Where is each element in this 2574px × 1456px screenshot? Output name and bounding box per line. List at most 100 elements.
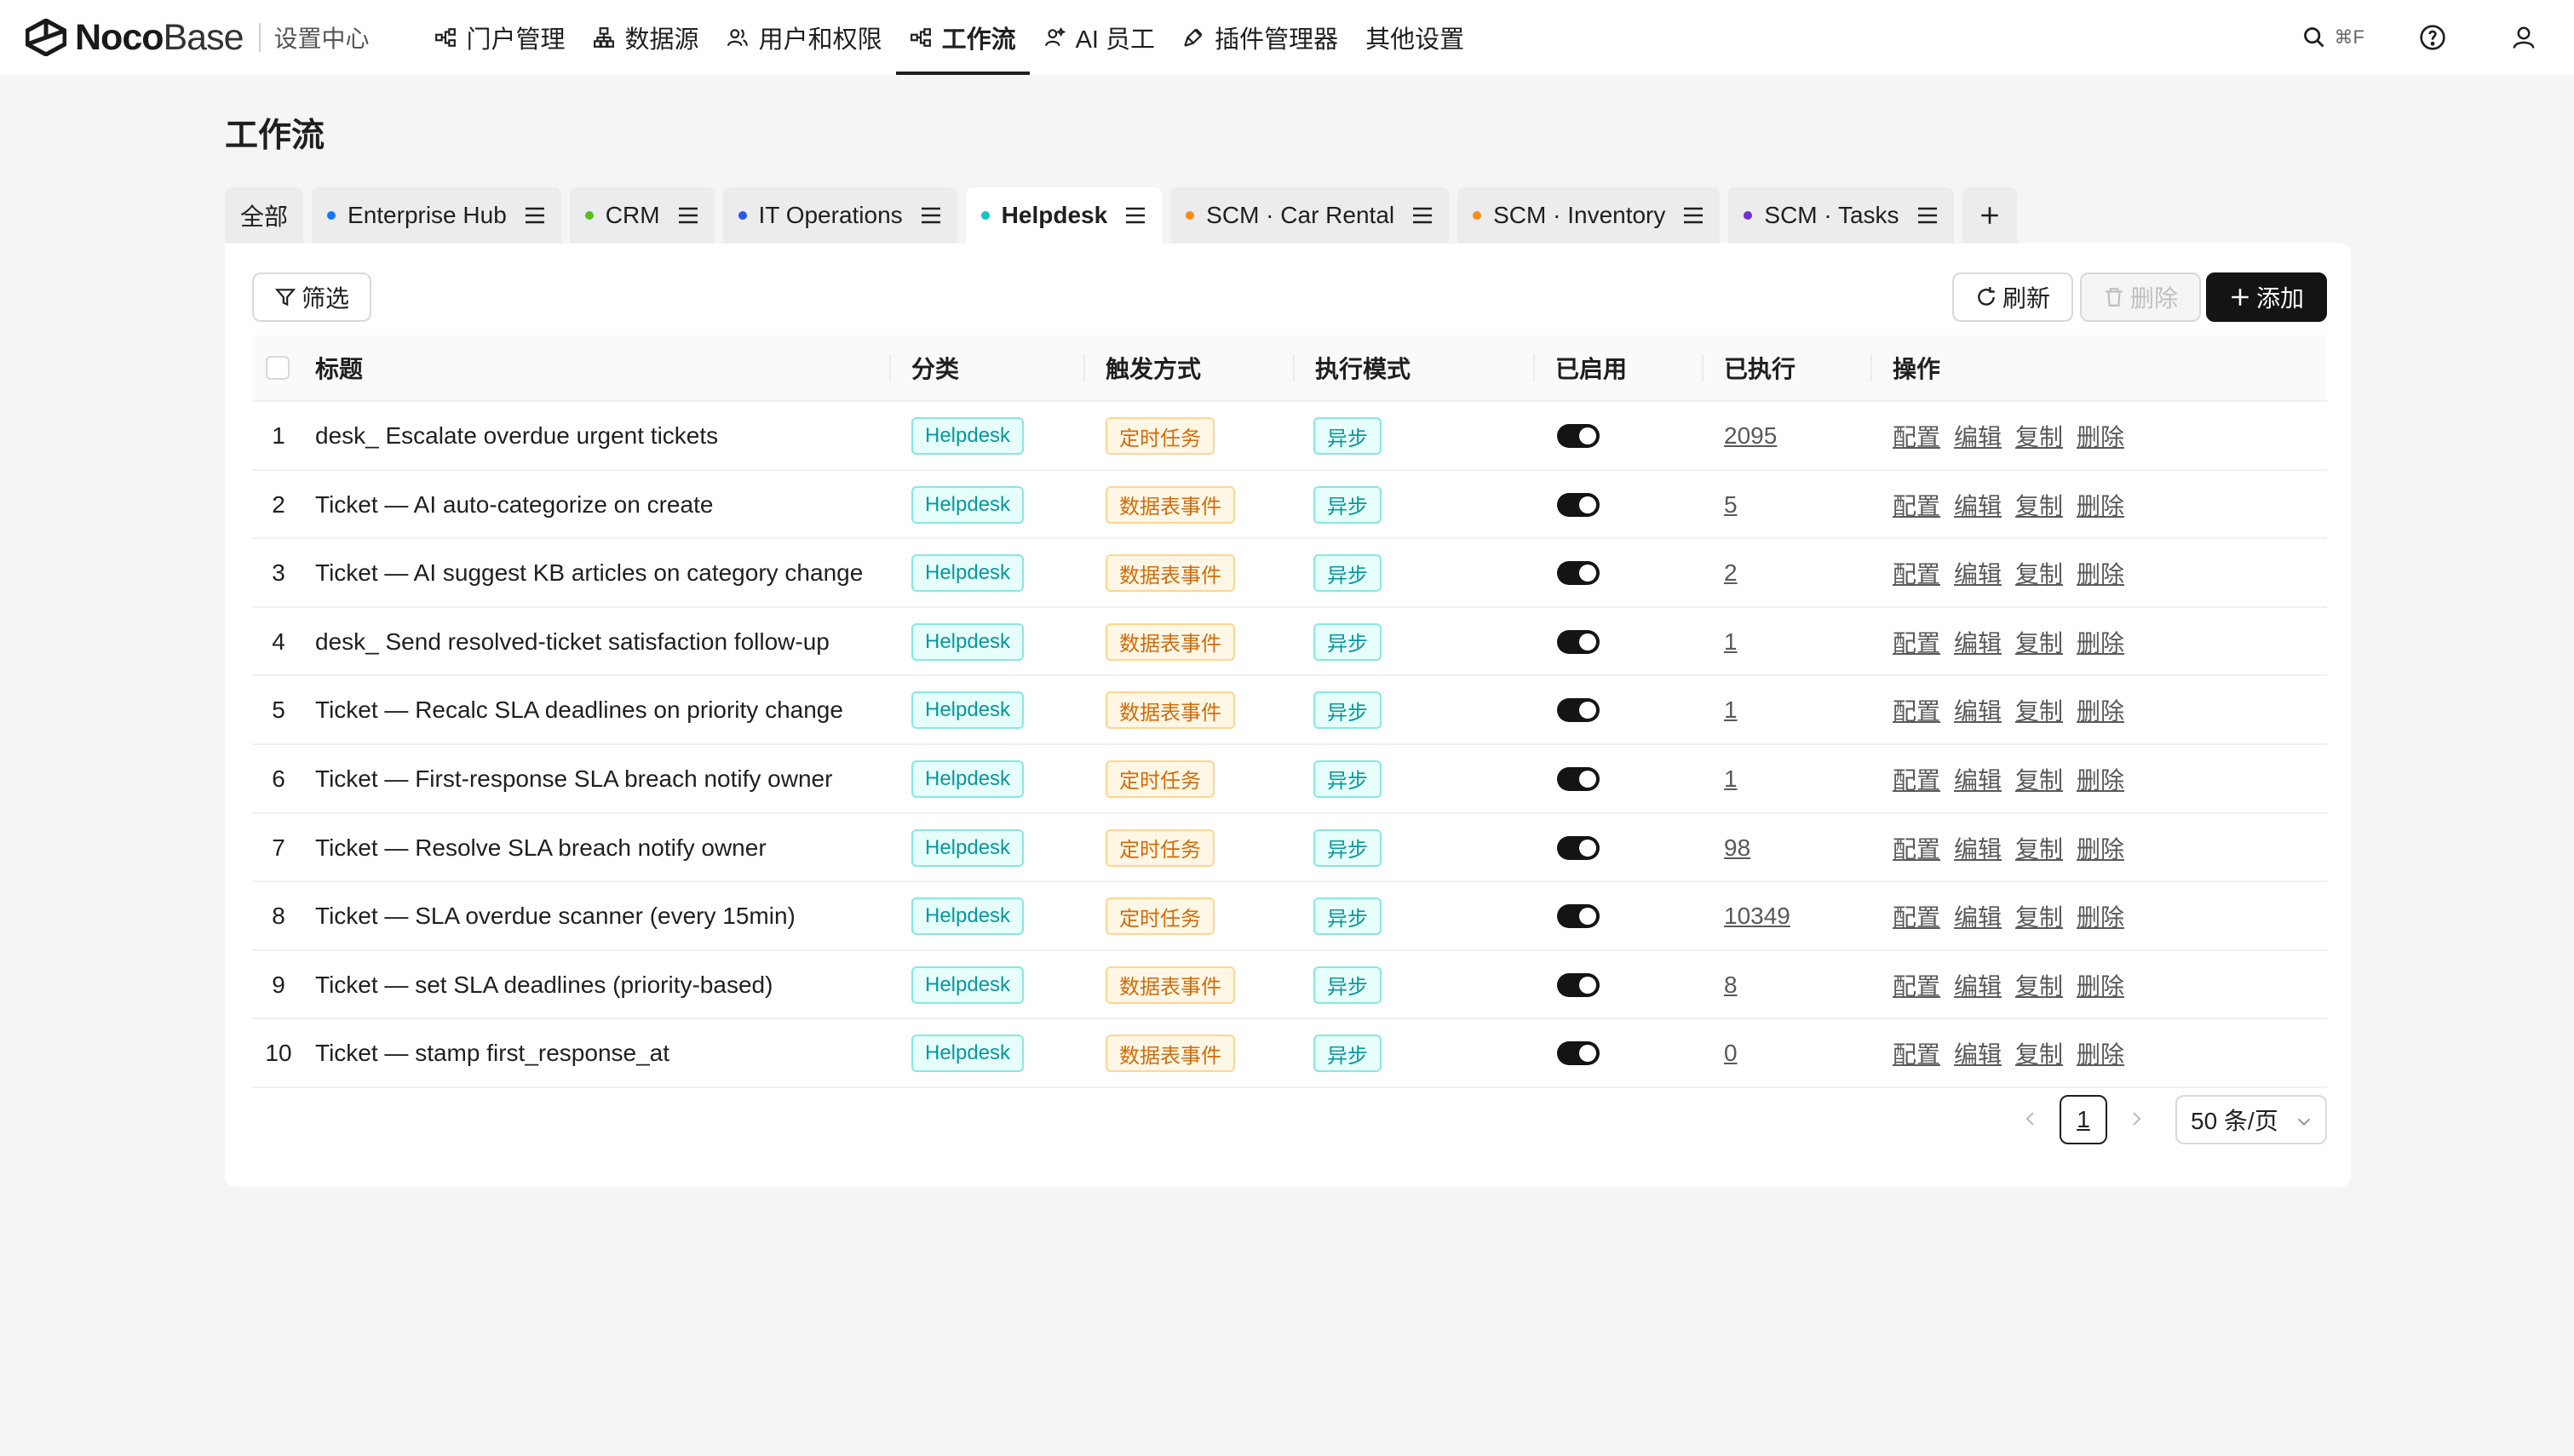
delete-link[interactable]: 删除 [2077,488,2124,522]
table-row[interactable]: 7 Ticket — Resolve SLA breach notify own… [252,814,2327,883]
add-tab-button[interactable] [1962,187,2017,244]
executed-count-link[interactable]: 1 [1724,696,1738,724]
enabled-switch[interactable] [1557,629,1600,654]
edit-link[interactable]: 编辑 [1954,1036,2002,1070]
edit-link[interactable]: 编辑 [1954,762,2002,796]
delete-link[interactable]: 删除 [2077,831,2124,865]
table-row[interactable]: 1 desk_ Escalate overdue urgent tickets … [252,402,2327,471]
delete-link[interactable]: 删除 [2077,419,2124,453]
enabled-switch[interactable] [1557,904,1600,929]
menu-icon[interactable] [524,206,546,225]
delete-link[interactable]: 删除 [2077,625,2124,659]
filter-button[interactable]: 筛选 [252,272,371,322]
configure-link[interactable]: 配置 [1893,1036,1940,1070]
executed-count-link[interactable]: 10349 [1724,903,1790,930]
column-header-trigger[interactable]: 触发方式 [1106,335,1201,400]
edit-link[interactable]: 编辑 [1954,899,2002,933]
tab-scm-car-rental[interactable]: SCM · Car Rental [1170,187,1450,244]
table-row[interactable]: 2 Ticket — AI auto-categorize on create … [252,471,2327,540]
configure-link[interactable]: 配置 [1893,419,1940,453]
tab-scm-tasks[interactable]: SCM · Tasks [1728,187,1954,244]
configure-link[interactable]: 配置 [1893,831,1940,865]
tab-crm[interactable]: CRM [569,187,715,244]
duplicate-link[interactable]: 复制 [2015,556,2063,590]
table-row[interactable]: 9 Ticket — set SLA deadlines (priority-b… [252,951,2327,1020]
refresh-button[interactable]: 刷新 [1952,272,2073,322]
help-icon[interactable] [2419,24,2446,51]
executed-count-link[interactable]: 1 [1724,628,1738,656]
pagination-page[interactable]: 1 [2060,1095,2107,1144]
configure-link[interactable]: 配置 [1893,968,1940,1002]
column-header-category[interactable]: 分类 [911,335,959,400]
enabled-switch[interactable] [1557,424,1600,448]
table-row[interactable]: 5 Ticket — Recalc SLA deadlines on prior… [252,676,2327,745]
enabled-switch[interactable] [1557,492,1600,517]
delete-link[interactable]: 删除 [2077,1036,2124,1070]
executed-count-link[interactable]: 2 [1724,559,1738,587]
executed-count-link[interactable]: 5 [1724,491,1738,519]
nav-item-workflow[interactable]: 工作流 [895,0,1030,75]
enabled-switch[interactable] [1557,972,1600,997]
delete-link[interactable]: 删除 [2077,556,2124,590]
edit-link[interactable]: 编辑 [1954,968,2002,1002]
table-row[interactable]: 4 desk_ Send resolved-ticket satisfactio… [252,608,2327,677]
table-row[interactable]: 8 Ticket — SLA overdue scanner (every 15… [252,882,2327,951]
table-row[interactable]: 10 Ticket — stamp first_response_at Help… [252,1019,2327,1088]
duplicate-link[interactable]: 复制 [2015,899,2063,933]
menu-icon[interactable] [1682,206,1704,225]
edit-link[interactable]: 编辑 [1954,625,2002,659]
column-header-executed[interactable]: 已执行 [1724,335,1795,400]
nav-item-plugin-manager[interactable]: 插件管理器 [1169,0,1352,75]
delete-link[interactable]: 删除 [2077,762,2124,796]
tab-helpdesk[interactable]: Helpdesk [965,187,1163,244]
duplicate-link[interactable]: 复制 [2015,968,2063,1002]
column-header-title[interactable]: 标题 [315,335,363,400]
menu-icon[interactable] [920,206,942,225]
configure-link[interactable]: 配置 [1893,693,1940,727]
edit-link[interactable]: 编辑 [1954,488,2002,522]
nav-item-ai-employees[interactable]: AI 员工 [1030,0,1169,75]
executed-count-link[interactable]: 0 [1724,1040,1738,1067]
nav-item-portal[interactable]: 门户管理 [421,0,579,75]
column-header-mode[interactable]: 执行模式 [1315,335,1411,400]
brand[interactable]: Noco Base 设置中心 [26,0,370,75]
menu-icon[interactable] [677,206,699,225]
chevron-left-icon[interactable] [2020,1109,2041,1129]
executed-count-link[interactable]: 2095 [1724,422,1777,450]
tab-it-operations[interactable]: IT Operations [722,187,957,244]
configure-link[interactable]: 配置 [1893,556,1940,590]
edit-link[interactable]: 编辑 [1954,556,2002,590]
duplicate-link[interactable]: 复制 [2015,831,2063,865]
duplicate-link[interactable]: 复制 [2015,488,2063,522]
configure-link[interactable]: 配置 [1893,488,1940,522]
menu-icon[interactable] [1916,206,1939,225]
tab-enterprise-hub[interactable]: Enterprise Hub [312,187,561,244]
table-row[interactable]: 6 Ticket — First-response SLA breach not… [252,745,2327,814]
edit-link[interactable]: 编辑 [1954,693,2002,727]
menu-icon[interactable] [1124,206,1146,225]
user-icon[interactable] [2511,25,2537,50]
nav-item-datasource[interactable]: 数据源 [579,0,713,75]
chevron-right-icon[interactable] [2126,1109,2146,1129]
duplicate-link[interactable]: 复制 [2015,762,2063,796]
duplicate-link[interactable]: 复制 [2015,693,2063,727]
add-workflow-button[interactable]: 添加 [2206,272,2327,322]
configure-link[interactable]: 配置 [1893,762,1940,796]
duplicate-link[interactable]: 复制 [2015,625,2063,659]
tab-all[interactable]: 全部 [225,187,304,244]
configure-link[interactable]: 配置 [1893,625,1940,659]
executed-count-link[interactable]: 98 [1724,834,1750,862]
enabled-switch[interactable] [1557,766,1600,791]
global-search-button[interactable]: ⌘F [2302,26,2364,49]
duplicate-link[interactable]: 复制 [2015,419,2063,453]
delete-button[interactable]: 删除 [2080,272,2201,322]
table-row[interactable]: 3 Ticket — AI suggest KB articles on cat… [252,539,2327,608]
enabled-switch[interactable] [1557,698,1600,723]
nav-item-other-settings[interactable]: 其他设置 [1352,0,1478,75]
menu-icon[interactable] [1411,206,1434,225]
select-all-checkbox[interactable] [266,356,290,380]
page-size-select[interactable]: 50 条/页 [2175,1095,2327,1144]
duplicate-link[interactable]: 复制 [2015,1036,2063,1070]
enabled-switch[interactable] [1557,561,1600,586]
delete-link[interactable]: 删除 [2077,968,2124,1002]
